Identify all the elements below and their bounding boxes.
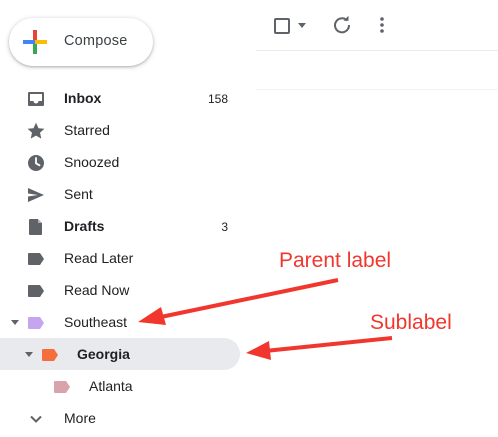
send-icon — [28, 188, 44, 202]
label-icon — [42, 349, 58, 361]
nav-label-georgia: Georgia — [77, 346, 130, 362]
nav-label-more: More — [64, 410, 96, 426]
nav-item-snoozed[interactable]: Snoozed — [0, 146, 240, 178]
nav-label-read-later: Read Later — [64, 250, 134, 266]
collapse-caret-icon[interactable] — [25, 352, 33, 357]
more-vert-icon[interactable] — [372, 15, 392, 35]
nav-item-read-later[interactable]: Read Later — [0, 242, 240, 274]
label-icon — [28, 317, 44, 329]
nav-item-atlanta[interactable]: Atlanta — [0, 370, 240, 402]
nav-label-inbox: Inbox — [64, 90, 102, 106]
nav-item-sent[interactable]: Sent — [0, 178, 240, 210]
select-dropdown-icon[interactable] — [298, 23, 306, 28]
nav-item-starred[interactable]: Starred — [0, 114, 240, 146]
nav-label-starred: Starred — [64, 122, 110, 138]
list-divider — [256, 89, 498, 90]
collapse-caret-icon[interactable] — [11, 320, 19, 325]
nav-item-more[interactable]: More — [0, 402, 240, 434]
parent-label-annotation: Parent label — [279, 249, 392, 272]
nav-item-drafts[interactable]: Drafts 3 — [0, 210, 240, 242]
label-icon — [28, 285, 44, 297]
nav-label-southeast: Southeast — [64, 314, 128, 330]
sublabel-annotation: Sublabel — [370, 311, 452, 334]
toolbar-divider — [256, 50, 498, 51]
draft-file-icon — [29, 219, 42, 235]
nav-item-inbox[interactable]: Inbox 158 — [0, 82, 240, 114]
inbox-icon — [28, 92, 44, 106]
compose-button[interactable]: Compose — [9, 18, 153, 66]
label-icon — [54, 381, 70, 393]
compose-label: Compose — [64, 33, 128, 49]
compose-plus-icon — [23, 30, 47, 54]
refresh-icon[interactable] — [332, 15, 352, 35]
nav-label-sent: Sent — [64, 186, 93, 202]
label-icon — [28, 253, 44, 265]
nav-label-atlanta: Atlanta — [89, 378, 133, 394]
sidebar: Compose Inbox 158 Starred Snoozed Sent D… — [0, 0, 256, 437]
chevron-down-icon — [30, 415, 42, 423]
sublabel-arrow-line — [264, 336, 393, 353]
select-checkbox-icon[interactable] — [274, 18, 290, 34]
nav-item-read-now[interactable]: Read Now — [0, 274, 240, 306]
clock-icon — [28, 155, 44, 171]
drafts-count: 3 — [221, 220, 228, 234]
nav-label-drafts: Drafts — [64, 218, 105, 234]
star-icon — [27, 122, 45, 139]
nav-label-snoozed: Snoozed — [64, 154, 120, 170]
nav-item-georgia[interactable]: Georgia — [0, 338, 240, 370]
toolbar — [256, 0, 498, 50]
inbox-count: 158 — [207, 92, 228, 106]
nav-item-southeast[interactable]: Southeast — [0, 306, 240, 338]
nav-label-read-now: Read Now — [64, 282, 130, 298]
